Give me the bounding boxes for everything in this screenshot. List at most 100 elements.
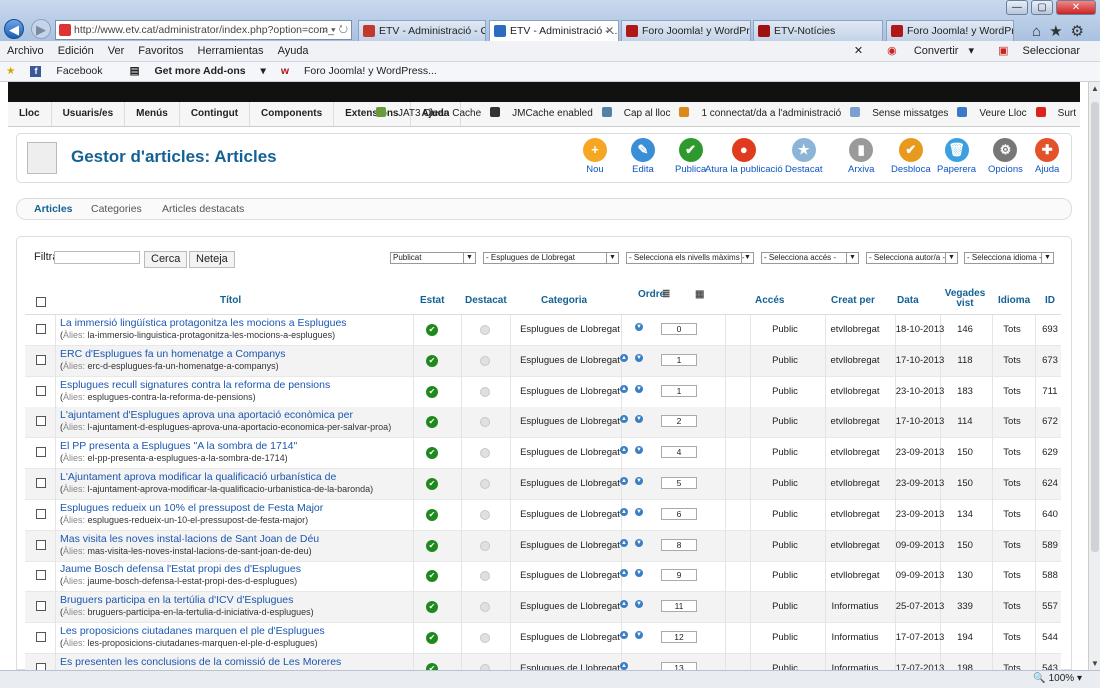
col-author[interactable]: Creat per (831, 295, 875, 306)
move-down-icon[interactable]: ▼ (635, 323, 643, 331)
back-button[interactable]: ◀ (4, 19, 24, 39)
article-title-link[interactable]: El PP presenta a Esplugues "A la sombra … (60, 440, 297, 452)
move-down-icon[interactable]: ▼ (635, 477, 643, 485)
row-checkbox[interactable] (36, 601, 46, 612)
select-level[interactable]: - Selecciona els nivells màxims - ▼ (626, 252, 754, 264)
move-down-icon[interactable]: ▼ (635, 353, 643, 362)
published-check-icon[interactable]: ✔ (426, 447, 438, 460)
published-check-icon[interactable]: ✔ (426, 632, 438, 644)
row-checkbox[interactable] (36, 385, 46, 396)
published-check-icon[interactable]: ✔ (426, 478, 438, 490)
order-input[interactable]: 13 (661, 661, 697, 670)
featured-toggle-icon[interactable] (480, 602, 490, 613)
move-down-icon[interactable]: ▼ (635, 569, 643, 578)
featured-toggle-icon[interactable] (480, 479, 490, 489)
close-tab-icon[interactable]: ✕ (605, 21, 614, 41)
col-title[interactable]: Títol (220, 295, 241, 306)
favorite-foro[interactable]: w Foro Joomla! y WordPress... (281, 62, 449, 81)
col-status[interactable]: Estat (420, 295, 444, 306)
address-bar[interactable]: http://www.etv.cat/administrator/index.p… (55, 20, 352, 40)
move-down-icon[interactable]: ▼ (635, 446, 643, 455)
scrollbar-thumb[interactable] (1091, 102, 1099, 552)
move-down-icon[interactable]: ▼ (635, 631, 643, 639)
article-title-link[interactable]: Jaume Bosch defensa l'Estat propi des d'… (60, 563, 301, 575)
scroll-down-icon[interactable]: ▼ (1089, 659, 1100, 668)
toolbar-button-5[interactable]: ▮ Arxiva (848, 138, 874, 175)
order-input[interactable]: 1 (661, 384, 697, 397)
row-checkbox[interactable] (36, 632, 46, 642)
submenu-featured[interactable]: Articles destacats (162, 203, 244, 215)
toolbar-button-6[interactable]: ✔ Desbloca (891, 138, 931, 175)
featured-toggle-icon[interactable] (480, 448, 490, 459)
featured-toggle-icon[interactable] (480, 540, 490, 551)
article-title-link[interactable]: Es presenten les conclusions de la comis… (60, 656, 341, 668)
featured-toggle-icon[interactable] (480, 355, 490, 366)
menu-ver[interactable]: Ver (101, 41, 132, 61)
row-checkbox[interactable] (36, 539, 46, 550)
favorite-facebook[interactable]: f Facebook (30, 62, 114, 81)
menu-archivo[interactable]: Archivo (0, 41, 51, 61)
article-title-link[interactable]: L'Ajuntament aprova modificar la qualifi… (60, 471, 336, 483)
move-down-icon[interactable]: ▼ (635, 415, 643, 424)
select-access[interactable]: - Selecciona accés - ▼ (761, 252, 859, 264)
maximize-icon[interactable]: ▢ (1030, 0, 1053, 15)
order-input[interactable]: 1 (661, 353, 697, 366)
featured-toggle-icon[interactable] (480, 386, 490, 397)
search-button[interactable]: Cerca (144, 251, 188, 268)
zoom-control[interactable]: 🔍 100% ▾ (1033, 673, 1082, 684)
admin-menu-item-4[interactable]: Components (250, 102, 335, 126)
browser-tab-4[interactable]: Foro Joomla! y WordPress... (886, 20, 1014, 41)
browser-tab-0[interactable]: ETV - Administració - Ges... (358, 20, 486, 41)
featured-toggle-icon[interactable] (480, 509, 490, 520)
favorites-star-icon[interactable]: ★ (1049, 23, 1070, 40)
article-title-link[interactable]: Bruguers participa en la tertúlia d'ICV … (60, 594, 293, 606)
col-featured[interactable]: Destacat (465, 295, 507, 306)
toolbar-button-7[interactable]: 🗑 Paperera (937, 138, 976, 175)
admin-status-link-4[interactable]: Sense missatges (850, 102, 948, 126)
move-down-icon[interactable]: ▼ (635, 384, 643, 393)
menu-herramientas[interactable]: Herramientas (191, 41, 271, 61)
published-check-icon[interactable]: ✔ (426, 508, 438, 521)
col-language[interactable]: Idioma (998, 295, 1030, 306)
move-down-icon[interactable]: ▼ (635, 538, 643, 547)
order-input[interactable]: 0 (661, 323, 697, 335)
order-input[interactable]: 8 (661, 538, 697, 551)
browser-tab-1[interactable]: ETV - Administració - ... ✕ (489, 20, 619, 42)
row-checkbox[interactable] (36, 478, 46, 488)
col-id[interactable]: ID (1045, 295, 1055, 306)
featured-toggle-icon[interactable] (480, 633, 490, 643)
save-order-icon[interactable]: ▦ (695, 289, 704, 300)
col-category[interactable]: Categoria (541, 295, 587, 306)
tools-gear-icon[interactable]: ⚙ (1071, 23, 1092, 40)
seleccionar-button[interactable]: ▣ Seleccionar (984, 41, 1094, 61)
admin-status-link-3[interactable]: 1 connectat/da a l'administració (679, 102, 841, 126)
order-input[interactable]: 9 (661, 569, 697, 582)
admin-status-link-6[interactable]: Surt (1035, 102, 1076, 126)
featured-toggle-icon[interactable] (480, 325, 490, 335)
article-title-link[interactable]: Mas visita les noves instal·lacions de S… (60, 533, 319, 545)
published-check-icon[interactable]: ✔ (426, 354, 438, 367)
favorite-addons[interactable]: ▤ Get more Add-ons ▾ (130, 62, 266, 81)
article-title-link[interactable]: Les proposicions ciutadanes marquen el p… (60, 625, 325, 637)
order-input[interactable]: 4 (661, 446, 697, 459)
toolbar-button-4[interactable]: ★ Destacat (785, 138, 823, 175)
move-up-icon[interactable]: ▲ (620, 477, 628, 485)
admin-status-link-2[interactable]: Cap al lloc (601, 102, 670, 126)
sort-icon[interactable]: ≣ (662, 289, 670, 300)
row-checkbox[interactable] (36, 570, 46, 581)
featured-toggle-icon[interactable] (480, 417, 490, 428)
article-title-link[interactable]: L'ajuntament d'Esplugues aprova una apor… (60, 409, 353, 421)
featured-toggle-icon[interactable] (480, 571, 490, 582)
menu-edicion[interactable]: Edición (51, 41, 101, 61)
admin-menu-item-1[interactable]: Usuaris/es (52, 102, 126, 126)
row-checkbox[interactable] (36, 416, 46, 427)
published-check-icon[interactable]: ✔ (426, 324, 438, 336)
search-refresh-icon[interactable]: ⌕ ▾ ↻ (322, 21, 348, 39)
select-language[interactable]: - Selecciona idioma - ▼ (964, 252, 1054, 264)
row-checkbox[interactable] (36, 447, 46, 458)
scroll-up-icon[interactable]: ▲ (1089, 84, 1100, 93)
toolbar-button-0[interactable]: + Nou (583, 138, 607, 175)
published-check-icon[interactable]: ✔ (426, 416, 438, 429)
page-scrollbar[interactable]: ▲ ▼ (1088, 82, 1100, 670)
close-toolbar-icon[interactable]: ✕ (847, 41, 870, 61)
